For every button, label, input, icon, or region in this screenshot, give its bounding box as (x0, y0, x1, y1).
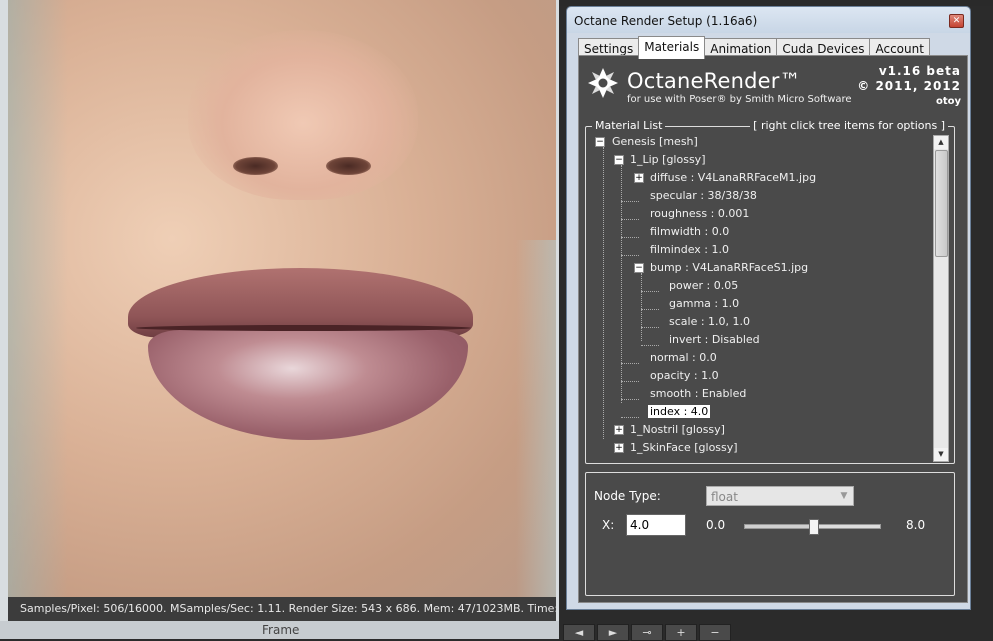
tree-connector (621, 255, 639, 256)
x-label: X: (602, 518, 615, 532)
materials-panel: OctaneRender™ for use with Poser® by Smi… (578, 55, 968, 603)
version-label: v1.16 beta (878, 64, 961, 78)
tree-item-label: 1_Nostril [glossy] (630, 423, 725, 436)
tree-connector (621, 381, 639, 382)
dialog-titlebar[interactable]: Octane Render Setup (1.16a6) ✕ (567, 7, 970, 33)
collapse-icon[interactable]: − (595, 137, 605, 147)
render-status-bar: Samples/Pixel: 506/16000. MSamples/Sec: … (8, 597, 556, 621)
tree-connector (621, 399, 639, 400)
tree-item-power[interactable]: power : 0.05 (669, 277, 738, 295)
material-list-title: Material List (592, 119, 666, 132)
tree-item-gamma[interactable]: gamma : 1.0 (669, 295, 739, 313)
tree-item-label: Genesis [mesh] (612, 135, 698, 148)
slider-thumb[interactable] (808, 519, 819, 535)
collapse-icon[interactable]: − (614, 155, 624, 165)
node-type-select[interactable]: float ▼ (706, 486, 854, 506)
tab-bar: Settings Materials Animation Cuda Device… (578, 36, 930, 59)
x-value-input[interactable]: 4.0 (626, 514, 686, 536)
tree-connector (621, 201, 639, 202)
prev-frame-button[interactable]: ◄ (563, 624, 595, 641)
tree-item-specular[interactable]: specular : 38/38/38 (650, 187, 757, 205)
frame-label: Frame (262, 623, 300, 637)
scroll-up-icon[interactable]: ▲ (934, 136, 948, 149)
render-viewport: Samples/Pixel: 506/16000. MSamples/Sec: … (0, 0, 559, 639)
render-lower-lip (148, 330, 468, 440)
brand-tagline: for use with Poser® by Smith Micro Softw… (627, 94, 852, 105)
tree-item-label: bump : V4LanaRRFaceS1.jpg (650, 261, 809, 274)
tree-connector (603, 147, 604, 439)
expand-icon[interactable]: + (634, 173, 644, 183)
render-nostril-left (233, 157, 278, 175)
render-nostril-right (326, 157, 371, 175)
scroll-down-icon[interactable]: ▼ (934, 448, 948, 461)
tree-connector (641, 309, 659, 310)
x-value-slider[interactable] (744, 519, 881, 535)
expand-icon[interactable]: + (614, 443, 624, 453)
tree-connector (621, 219, 639, 220)
frame-strip: Frame (0, 621, 559, 639)
brand-title: OctaneRender™ (627, 69, 801, 93)
bottom-toolbar: ◄ ► ⊸ + − (563, 624, 731, 641)
tree-item-smooth[interactable]: smooth : Enabled (650, 385, 746, 403)
tab-materials[interactable]: Materials (638, 36, 706, 59)
octane-render-setup-dialog: Octane Render Setup (1.16a6) ✕ Settings … (566, 6, 971, 610)
material-list-group: Material List [ right click tree items f… (585, 119, 955, 464)
node-panel: Node Type: float ▼ X: 4.0 0.0 8.0 (585, 472, 955, 596)
tree-connector (641, 345, 659, 346)
close-icon[interactable]: ✕ (949, 14, 964, 28)
slider-fill (745, 525, 813, 528)
material-tree[interactable]: − Genesis [mesh] − 1_Lip [glossy] + diff… (590, 133, 928, 458)
tree-item-roughness[interactable]: roughness : 0.001 (650, 205, 749, 223)
dialog-title: Octane Render Setup (1.16a6) (574, 14, 758, 28)
material-list-hint: [ right click tree items for options ] (750, 119, 948, 132)
tree-scrollbar[interactable]: ▲ ▼ (933, 135, 949, 462)
tree-item-label: diffuse : V4LanaRRFaceM1.jpg (650, 171, 817, 184)
expand-icon[interactable]: + (614, 425, 624, 435)
slider-min-label: 0.0 (706, 518, 726, 532)
tree-connector (621, 417, 639, 418)
otoy-logo: otoy (935, 96, 961, 107)
collapse-icon[interactable]: − (634, 263, 644, 273)
render-shade-right (516, 240, 556, 597)
tree-item-index-selected[interactable]: index : 4.0 (648, 403, 711, 421)
render-lip-line (136, 325, 471, 331)
chevron-down-icon: ▼ (840, 491, 848, 501)
slider-max-label: 8.0 (906, 518, 926, 532)
render-shade-left (8, 0, 68, 597)
tree-item-label: index : 4.0 (648, 405, 711, 418)
tree-connector (621, 363, 639, 364)
render-image (8, 0, 556, 597)
next-frame-button[interactable]: ► (597, 624, 629, 641)
scroll-thumb[interactable] (935, 150, 948, 257)
tree-item-filmindex[interactable]: filmindex : 1.0 (650, 241, 729, 259)
octane-logo-icon (588, 68, 618, 98)
tree-item-filmwidth[interactable]: filmwidth : 0.0 (650, 223, 729, 241)
remove-key-button[interactable]: − (699, 624, 731, 641)
tree-item-opacity[interactable]: opacity : 1.0 (650, 367, 719, 385)
octane-header: OctaneRender™ for use with Poser® by Smi… (579, 56, 967, 116)
copyright-label: © 2011, 2012 (857, 79, 961, 93)
key-button[interactable]: ⊸ (631, 624, 663, 641)
add-key-button[interactable]: + (665, 624, 697, 641)
tree-connector (621, 237, 639, 238)
tree-connector (641, 273, 642, 341)
render-nose (188, 30, 418, 200)
node-type-label: Node Type: (594, 489, 661, 503)
tree-item-invert[interactable]: invert : Disabled (669, 331, 760, 349)
tree-item-normal[interactable]: normal : 0.0 (650, 349, 717, 367)
tree-item-label: 1_SkinFace [glossy] (630, 441, 738, 454)
tree-connector (641, 327, 659, 328)
tree-item-label: 1_Lip [glossy] (630, 153, 706, 166)
node-type-value: float (711, 490, 738, 504)
tree-connector (641, 291, 659, 292)
tree-item-scale[interactable]: scale : 1.0, 1.0 (669, 313, 750, 331)
